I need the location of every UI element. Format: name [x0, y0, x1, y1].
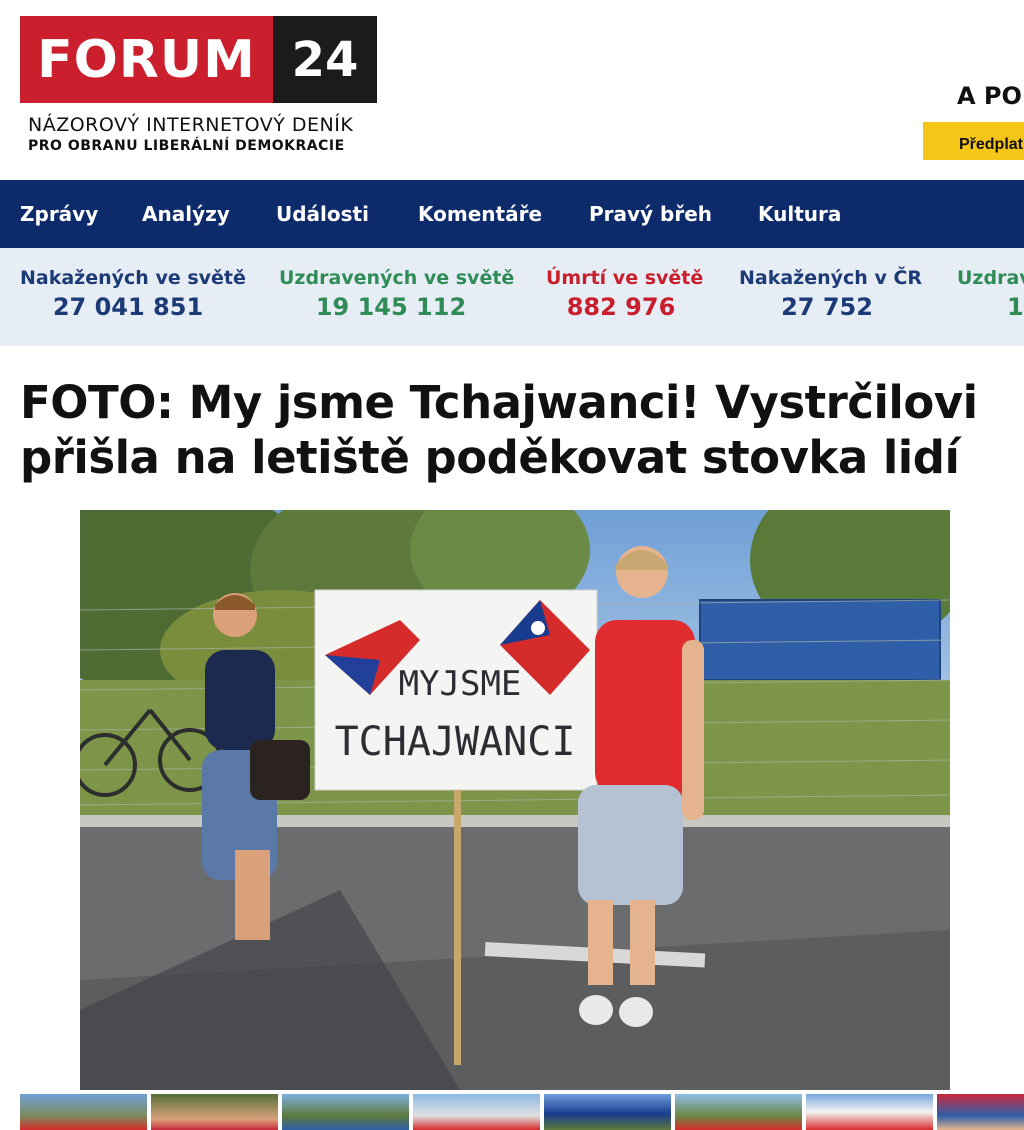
stat-recovered-cz: Uzdrav 1: [957, 267, 1024, 321]
tagline-primary: NÁZOROVÝ INTERNETOVÝ DENÍK: [28, 114, 354, 136]
stat-label: Úmrtí ve světě: [546, 267, 704, 289]
thumbnail-2[interactable]: [151, 1094, 278, 1130]
stat-infected-world: Nakažených ve světě 27 041 851: [20, 267, 246, 321]
stat-value: 1: [1007, 293, 1024, 321]
stat-label: Nakažených ve světě: [20, 267, 246, 289]
nav-item-komentare[interactable]: Komentáře: [418, 202, 542, 226]
stat-infected-cz: Nakažených v ČR 27 752: [739, 267, 923, 321]
site-header: FORUM 24 NÁZOROVÝ INTERNETOVÝ DENÍK PRO …: [0, 0, 1024, 180]
nav-item-kultura[interactable]: Kultura: [758, 202, 841, 226]
nav-item-analyzy[interactable]: Analýzy: [142, 202, 230, 226]
covid-stats-bar: Nakažených ve světě 27 041 851 Uzdravený…: [0, 248, 1024, 346]
subscribe-button[interactable]: Předplat: [923, 122, 1024, 160]
article-photo[interactable]: MYJSME TCHAJWANCI: [80, 510, 950, 1090]
stat-value: 19 145 112: [315, 293, 467, 321]
sign-text-line1: MYJSME: [399, 664, 522, 704]
sign-text-line2: TCHAJWANCI: [335, 719, 576, 765]
thumbnail-3[interactable]: [282, 1094, 409, 1130]
thumbnail-8[interactable]: [937, 1094, 1024, 1130]
logo-word: FORUM: [20, 16, 273, 103]
stat-label: Uzdravených ve světě: [279, 267, 515, 289]
stat-value: 27 752: [781, 293, 873, 321]
stat-deaths-world: Úmrtí ve světě 882 976: [546, 267, 704, 321]
stat-label: Uzdrav: [957, 267, 1024, 289]
nav-item-zpravy[interactable]: Zprávy: [20, 202, 98, 226]
thumbnail-7[interactable]: [806, 1094, 933, 1130]
promo-text: A PO: [957, 82, 1022, 110]
thumbnail-6[interactable]: [675, 1094, 802, 1130]
main-navigation: Zprávy Analýzy Události Komentáře Pravý …: [0, 180, 1024, 248]
thumbnail-4[interactable]: [413, 1094, 540, 1130]
photo-thumbnail-strip: [20, 1094, 1024, 1130]
thumbnail-1[interactable]: [20, 1094, 147, 1130]
nav-item-udalosti[interactable]: Události: [276, 202, 369, 226]
stat-value: 27 041 851: [52, 293, 204, 321]
forum24-logo[interactable]: FORUM 24: [20, 16, 377, 103]
thumbnail-5[interactable]: [544, 1094, 671, 1130]
tagline-secondary: PRO OBRANU LIBERÁLNÍ DEMOKRACIE: [28, 138, 345, 154]
stat-recovered-world: Uzdravených ve světě 19 145 112: [279, 267, 515, 321]
stat-label: Nakažených v ČR: [739, 267, 923, 289]
nav-item-pravy-breh[interactable]: Pravý břeh: [589, 202, 712, 226]
photo-scene: MYJSME TCHAJWANCI: [80, 510, 950, 1090]
article-title[interactable]: FOTO: My jsme Tchajwanci! Vystrčilovi př…: [20, 375, 1010, 485]
stat-value: 882 976: [566, 293, 676, 321]
logo-number: 24: [273, 16, 377, 103]
